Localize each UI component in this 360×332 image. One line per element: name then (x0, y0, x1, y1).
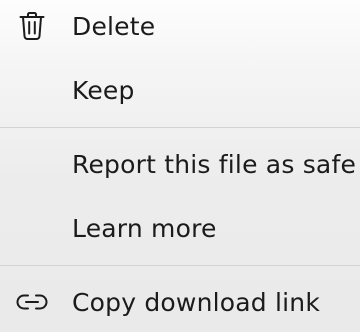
report-safe-label: Report this file as safe (72, 149, 357, 179)
keep-label: Keep (72, 75, 135, 105)
learn-more-label: Learn more (72, 213, 217, 243)
context-menu: Delete Keep Report this file as safe Lea… (0, 0, 360, 332)
delete-menu-item[interactable]: Delete (0, 0, 360, 56)
trash-icon (14, 8, 50, 44)
menu-separator (0, 127, 360, 128)
menu-separator (0, 265, 360, 266)
delete-label: Delete (72, 11, 156, 41)
learn-more-menu-item[interactable]: Learn more (0, 198, 360, 258)
copy-download-link-menu-item[interactable]: Copy download link (0, 272, 360, 332)
report-safe-menu-item[interactable]: Report this file as safe (0, 134, 360, 194)
copy-download-link-label: Copy download link (72, 287, 321, 317)
keep-menu-item[interactable]: Keep (0, 60, 360, 120)
link-icon (14, 284, 50, 320)
